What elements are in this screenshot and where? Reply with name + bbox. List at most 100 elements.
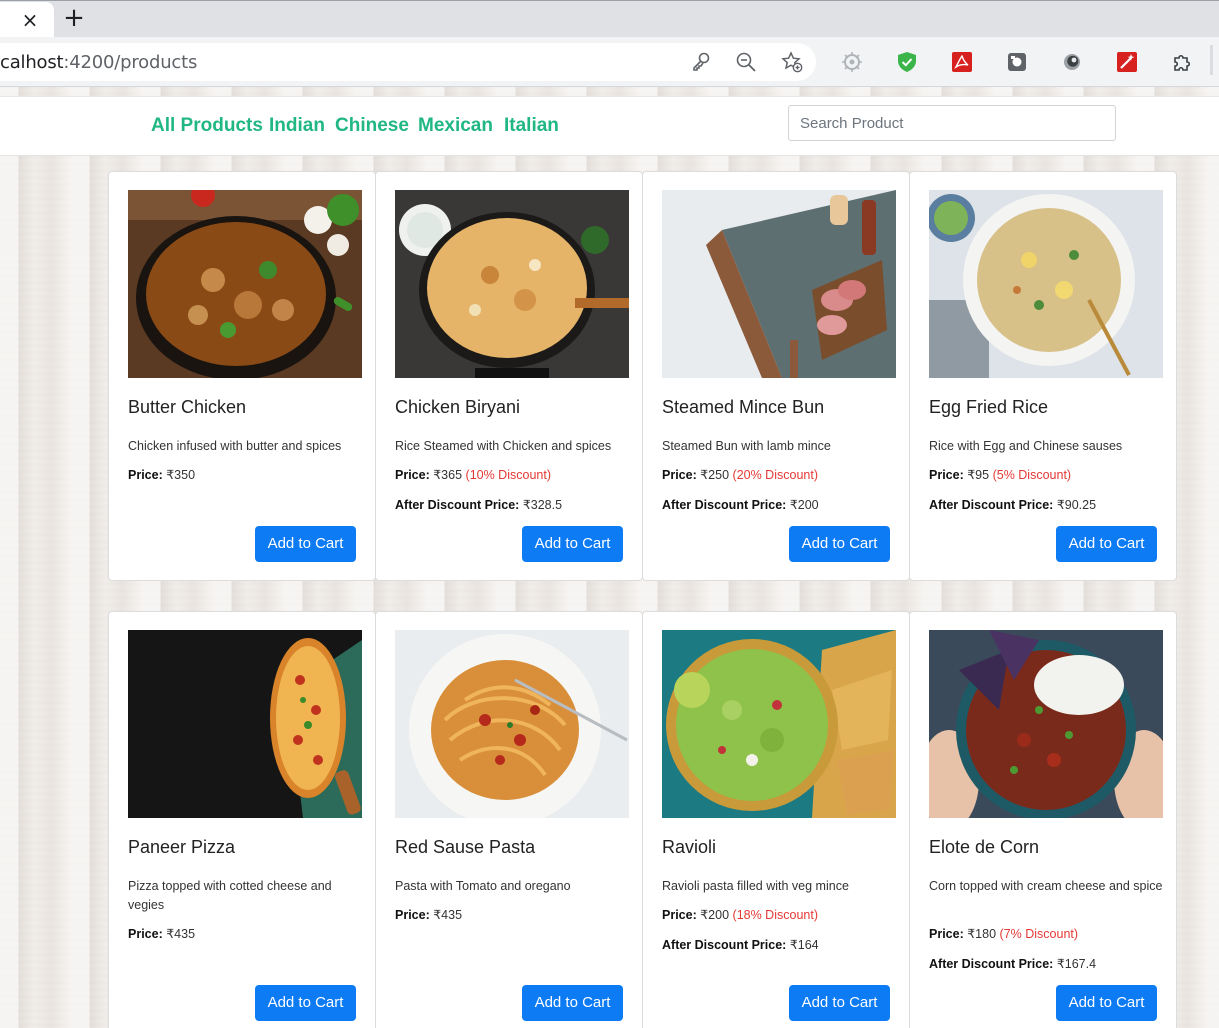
address-bar[interactable]: calhost:4200/products	[0, 43, 816, 81]
price-label: Price:	[395, 908, 430, 922]
key-icon[interactable]	[690, 51, 712, 73]
after-discount-value: ₹328.5	[522, 498, 563, 512]
price-line: Price: ₹95 (5% Discount)	[929, 467, 1071, 482]
product-description: Rice with Egg and Chinese sauses	[929, 439, 1123, 453]
product-description: Steamed Bun with lamb mince	[662, 439, 831, 453]
product-image	[662, 190, 896, 378]
price-value: ₹435	[433, 908, 463, 922]
after-discount-line: After Discount Price: ₹90.25	[929, 497, 1096, 512]
price-value: ₹365	[433, 468, 463, 482]
products-page: All Products Indian Chinese Mexican Ital…	[0, 87, 1219, 1028]
url-host: calhost	[0, 52, 64, 73]
nav-link-italian[interactable]: Italian	[504, 115, 559, 137]
add-to-cart-button[interactable]: Add to Cart	[255, 526, 356, 562]
discount-badge: (20% Discount)	[732, 468, 818, 482]
price-line: Price: ₹435	[128, 926, 195, 941]
product-description: Pizza topped with cotted cheese and vegi…	[128, 879, 332, 912]
nav-link-all-products[interactable]: All Products	[151, 115, 263, 137]
product-image	[128, 630, 362, 818]
product-description: Ravioli pasta filled with veg mince	[662, 879, 849, 893]
price-line: Price: ₹250 (20% Discount)	[662, 467, 818, 482]
product-card-elote-de-corn: Elote de Corn Corn topped with cream che…	[909, 611, 1177, 1028]
price-label: Price:	[929, 468, 964, 482]
circle-extension-icon[interactable]	[1061, 51, 1083, 73]
price-line: Price: ₹435	[395, 907, 462, 922]
product-description: Rice Steamed with Chicken and spices	[395, 439, 612, 453]
nav-link-indian[interactable]: Indian	[269, 115, 325, 137]
product-title: Ravioli	[662, 837, 717, 857]
browser-toolbar: calhost:4200/products	[0, 37, 1219, 87]
bookmark-add-icon[interactable]	[781, 51, 803, 73]
search-product-input[interactable]	[788, 105, 1116, 141]
price-label: Price:	[128, 468, 163, 482]
product-card-paneer-pizza: Paneer Pizza Pizza topped with cotted ch…	[108, 611, 376, 1028]
after-discount-line: After Discount Price: ₹328.5	[395, 497, 562, 512]
browser-tab[interactable]: ×	[0, 2, 54, 38]
price-value: ₹180	[967, 927, 997, 941]
product-title: Chicken Biryani	[395, 397, 521, 417]
product-title: Paneer Pizza	[128, 837, 236, 857]
price-value: ₹250	[700, 468, 730, 482]
product-card-ravioli: Ravioli Ravioli pasta filled with veg mi…	[642, 611, 910, 1028]
tab-close-icon[interactable]: ×	[18, 8, 42, 32]
after-discount-label: After Discount Price:	[662, 938, 787, 952]
url-text[interactable]: calhost:4200/products	[0, 52, 197, 73]
nav-link-chinese[interactable]: Chinese	[335, 115, 409, 137]
pdf-extension-icon[interactable]	[951, 51, 973, 73]
shield-extension-icon[interactable]	[896, 51, 918, 73]
after-discount-label: After Discount Price:	[662, 498, 787, 512]
product-image	[929, 190, 1163, 378]
url-path: :4200/products	[63, 52, 198, 73]
discount-badge: (5% Discount)	[992, 468, 1072, 482]
after-discount-line: After Discount Price: ₹200	[662, 497, 819, 512]
add-to-cart-button[interactable]: Add to Cart	[522, 985, 623, 1021]
product-title: Red Sause Pasta	[395, 837, 536, 857]
after-discount-value: ₹200	[789, 498, 819, 512]
discount-badge: (7% Discount)	[999, 927, 1079, 941]
product-description: Pasta with Tomato and oregano	[395, 879, 571, 893]
product-image	[128, 190, 362, 378]
price-label: Price:	[128, 927, 163, 941]
puzzle-extensions-icon[interactable]	[1171, 51, 1193, 73]
add-to-cart-button[interactable]: Add to Cart	[1056, 985, 1157, 1021]
wand-extension-icon[interactable]	[1116, 51, 1138, 73]
product-title: Butter Chicken	[128, 397, 247, 417]
product-image	[662, 630, 896, 818]
after-discount-label: After Discount Price:	[929, 957, 1054, 971]
after-discount-value: ₹167.4	[1056, 957, 1097, 971]
product-card-steamed-mince-bun: Steamed Mince Bun Steamed Bun with lamb …	[642, 171, 910, 581]
nav-link-mexican[interactable]: Mexican	[418, 115, 493, 137]
price-line: Price: ₹365 (10% Discount)	[395, 467, 551, 482]
top-navbar: All Products Indian Chinese Mexican Ital…	[0, 96, 1219, 156]
zoom-out-icon[interactable]	[735, 51, 757, 73]
add-to-cart-button[interactable]: Add to Cart	[522, 526, 623, 562]
product-title: Steamed Mince Bun	[662, 397, 825, 417]
price-label: Price:	[395, 468, 430, 482]
add-to-cart-button[interactable]: Add to Cart	[255, 985, 356, 1021]
product-image	[929, 630, 1163, 818]
after-discount-line: After Discount Price: ₹167.4	[929, 956, 1096, 971]
price-value: ₹435	[166, 927, 196, 941]
capture-extension-icon[interactable]	[1006, 51, 1028, 73]
add-to-cart-button[interactable]: Add to Cart	[789, 985, 890, 1021]
price-line: Price: ₹350	[128, 467, 195, 482]
add-to-cart-button[interactable]: Add to Cart	[789, 526, 890, 562]
product-description: Corn topped with cream cheese and spice	[929, 879, 1163, 893]
discount-badge: (10% Discount)	[465, 468, 551, 482]
after-discount-value: ₹90.25	[1056, 498, 1097, 512]
price-line: Price: ₹180 (7% Discount)	[929, 926, 1078, 941]
after-discount-line: After Discount Price: ₹164	[662, 937, 819, 952]
price-value: ₹350	[166, 468, 196, 482]
price-label: Price:	[929, 927, 964, 941]
product-card-egg-fried-rice: Egg Fried Rice Rice with Egg and Chinese…	[909, 171, 1177, 581]
product-card-chicken-biryani: Chicken Biryani Rice Steamed with Chicke…	[375, 171, 643, 581]
browser-tab-strip: × +	[0, 0, 1219, 38]
new-tab-icon[interactable]: +	[62, 5, 86, 33]
add-to-cart-button[interactable]: Add to Cart	[1056, 526, 1157, 562]
toolbar-right-edge	[1210, 45, 1213, 75]
gear-extension-icon[interactable]	[841, 51, 863, 73]
after-discount-label: After Discount Price:	[929, 498, 1054, 512]
price-label: Price:	[662, 468, 697, 482]
product-image	[395, 190, 629, 378]
product-description: Chicken infused with butter and spices	[128, 439, 342, 453]
